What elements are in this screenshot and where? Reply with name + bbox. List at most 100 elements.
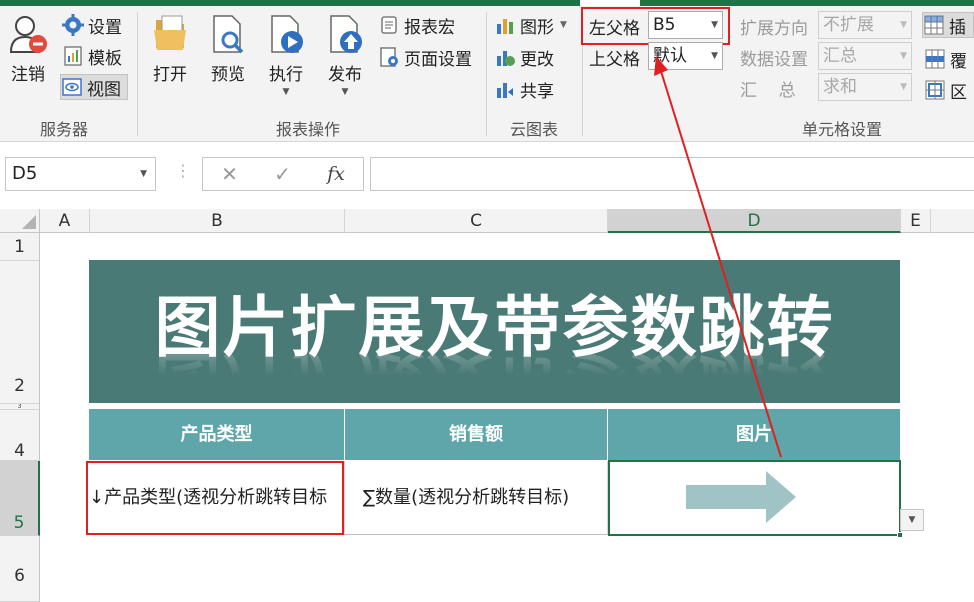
column-header-blank	[931, 209, 974, 233]
chevron-down-icon[interactable]: ▼	[140, 158, 147, 190]
data-setting-label: 数据设置	[740, 50, 808, 70]
macro-scroll-icon	[381, 16, 397, 34]
header-product-type[interactable]: 产品类型	[89, 409, 345, 460]
cell-settings-group-label: 单元格设置	[802, 120, 883, 139]
column-header-b[interactable]: B	[90, 209, 345, 233]
active-cell-outline	[608, 460, 903, 538]
select-all-corner[interactable]	[0, 209, 40, 233]
cover-button[interactable]: 覆	[924, 46, 967, 72]
row-header-5[interactable]: 5	[0, 461, 40, 536]
row-header-2[interactable]: 2	[0, 261, 40, 404]
summary-value: 求和	[823, 77, 857, 97]
template-icon	[64, 46, 82, 66]
chart-label: 图形	[520, 17, 554, 38]
banner-title: 图片扩展及带参数跳转	[154, 289, 835, 366]
header-sales[interactable]: 销售额	[345, 409, 608, 460]
share-chart-button[interactable]: 共享	[494, 76, 554, 102]
top-parent-label: 上父格	[589, 50, 640, 70]
top-parent-select[interactable]: 默认 ▼	[648, 42, 723, 70]
open-button[interactable]: 打开	[150, 12, 190, 85]
region-grid-icon	[925, 80, 945, 100]
cloud-chart-group-label: 云图表	[510, 120, 559, 139]
column-header-c[interactable]: C	[345, 209, 608, 233]
report-ops-group-label: 报表操作	[276, 120, 341, 139]
publish-button[interactable]: 发布 ▼	[325, 12, 365, 97]
insert-function-icon[interactable]: fx	[327, 163, 345, 185]
chevron-down-icon: ▼	[908, 515, 916, 525]
execute-label: 执行	[269, 65, 303, 85]
cell-c5[interactable]: ∑数量(透视分析跳转目标)	[345, 461, 608, 535]
insert-button[interactable]: 插	[922, 12, 974, 38]
logout-label: 注销	[11, 65, 45, 85]
report-macro-label: 报表宏	[404, 17, 455, 38]
report-macro-button[interactable]: 报表宏	[378, 12, 455, 38]
formula-bar-grip[interactable]: ⋮	[175, 161, 191, 180]
expand-direction-value: 不扩展	[823, 15, 874, 35]
annotation-highlight-left-parent	[581, 7, 730, 45]
change-chart-button[interactable]: 更改	[494, 44, 554, 70]
open-label: 打开	[153, 65, 187, 85]
change-chart-label: 更改	[520, 49, 554, 70]
logout-button[interactable]: 注销	[8, 12, 48, 85]
column-header-d[interactable]: D	[608, 209, 901, 233]
publish-label: 发布	[328, 65, 362, 85]
formula-bar: D5 ▼ ⋮ ✕ ✓ fx	[0, 143, 974, 209]
chevron-down-icon: ▼	[900, 51, 907, 61]
cover-grid-icon	[925, 49, 945, 69]
page-setup-button[interactable]: 页面设置	[378, 44, 472, 70]
chevron-down-icon[interactable]: ▼	[711, 43, 718, 69]
view-button[interactable]: 视图	[60, 74, 128, 100]
name-box-value: D5	[12, 163, 38, 184]
cell-dropdown-button[interactable]: ▼	[900, 509, 924, 531]
chevron-down-icon: ▼	[560, 20, 567, 30]
settings-button[interactable]: 设置	[62, 12, 122, 38]
summary-select[interactable]: 求和 ▼	[818, 73, 912, 101]
fill-handle[interactable]	[897, 532, 903, 538]
row-header-1[interactable]: 1	[0, 233, 40, 261]
execute-play-icon	[271, 15, 303, 53]
expand-direction-label: 扩展方向	[740, 19, 808, 39]
execute-button[interactable]: 执行 ▼	[266, 12, 306, 97]
publish-upload-icon	[330, 15, 362, 53]
region-button[interactable]: 区	[924, 77, 967, 103]
region-label: 区	[950, 82, 967, 103]
ribbon: 注销 设置 模板 视图 服务器 打开 预览 执行 ▼ 发布 ▼ 报表宏 页面设置…	[0, 6, 974, 142]
top-parent-value: 默认	[653, 46, 687, 66]
preview-label: 预览	[211, 65, 245, 85]
confirm-check-icon[interactable]: ✓	[274, 162, 291, 186]
gear-icon	[62, 14, 84, 36]
chevron-down-icon: ▼	[900, 20, 907, 30]
folder-open-icon	[154, 15, 186, 50]
chevron-down-icon: ▼	[341, 87, 349, 97]
report-banner: 图片扩展及带参数跳转 图片扩展及带参数跳转	[89, 260, 900, 403]
template-button[interactable]: 模板	[62, 43, 122, 69]
data-setting-select[interactable]: 汇总 ▼	[818, 42, 912, 70]
page-setup-icon	[380, 47, 398, 67]
page-setup-label: 页面设置	[404, 49, 472, 70]
chevron-down-icon: ▼	[282, 87, 290, 97]
row-header-4[interactable]: 4	[0, 410, 40, 461]
cancel-icon[interactable]: ✕	[221, 162, 238, 186]
ribbon-separator	[486, 12, 487, 136]
expand-direction-select[interactable]: 不扩展 ▼	[818, 11, 912, 39]
insert-grid-icon	[924, 15, 944, 35]
share-icon	[497, 83, 513, 98]
column-header-e[interactable]: E	[901, 209, 931, 233]
annotation-highlight-cell-b5	[86, 461, 344, 535]
name-box[interactable]: D5 ▼	[5, 157, 156, 191]
insert-label: 插	[949, 17, 966, 38]
formula-buttons: ✕ ✓ fx	[202, 157, 364, 191]
header-picture[interactable]: 图片	[608, 409, 900, 460]
view-label: 视图	[87, 79, 121, 100]
change-chart-icon	[497, 51, 515, 66]
user-logout-icon	[9, 16, 47, 53]
chevron-down-icon: ▼	[900, 82, 907, 92]
preview-button[interactable]: 预览	[208, 12, 248, 85]
column-header-a[interactable]: A	[40, 209, 90, 233]
row-header-6[interactable]: 6	[0, 536, 40, 602]
ribbon-separator	[137, 12, 138, 136]
chart-button[interactable]: 图形 ▼	[494, 12, 567, 38]
formula-input[interactable]	[370, 157, 974, 191]
template-label: 模板	[88, 48, 122, 69]
cover-label: 覆	[950, 51, 967, 72]
